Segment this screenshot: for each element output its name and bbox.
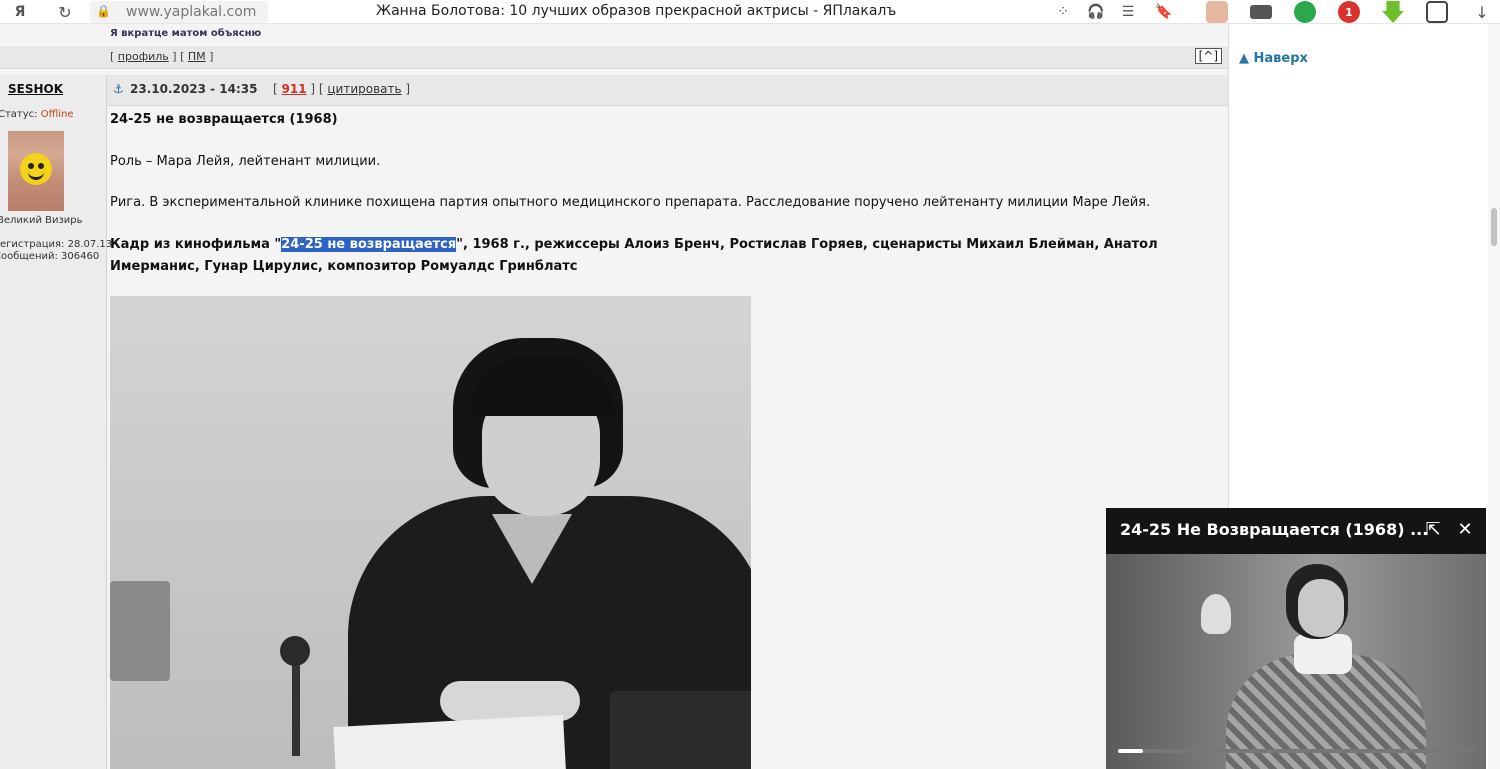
bracket: ] [	[306, 82, 328, 96]
page-scrollbar[interactable]	[1488, 24, 1500, 769]
downloader-extension-icon[interactable]	[1382, 1, 1404, 23]
user-status: Статус: Offline	[0, 109, 74, 120]
post-title: 24-25 не возвращается (1968)	[110, 112, 338, 127]
extension-ring-icon[interactable]	[1294, 1, 1316, 23]
anchor-icon[interactable]: ⚓	[113, 82, 124, 96]
scrollbar-thumb[interactable]	[1491, 208, 1497, 246]
microphone-stand	[292, 656, 300, 756]
avatar	[8, 131, 64, 211]
forum-content: Я вкратце матом объясню [ профиль ] [ ПМ…	[0, 24, 1228, 769]
tape-recorder	[110, 581, 170, 681]
post-caption-line1: Кадр из кинофильма "24-25 не возвращаетс…	[110, 237, 1158, 252]
profile-links: [ профиль ] [ ПМ ]	[110, 50, 213, 63]
post-caption-line2: Имерманис, Гунар Цирулис, композитор Ром…	[110, 259, 578, 274]
eye	[38, 163, 44, 169]
film-still-image	[110, 296, 751, 769]
caption-text: ", 1968 г., режиссеры Алоиз Бренч, Рости…	[456, 237, 1158, 252]
user-registration: Регистрация: 28.07.13	[0, 239, 113, 250]
lamp	[1201, 594, 1231, 634]
post-links: [ 911 ] [ цитировать ]	[273, 82, 410, 96]
post-plot: Рига. В экспериментальной клинике похище…	[110, 195, 1151, 210]
woman-face	[1298, 579, 1344, 637]
smiley-mask	[20, 153, 52, 185]
extension-avatar-icon[interactable]	[1206, 1, 1228, 23]
post-number-link[interactable]: 911	[282, 82, 307, 96]
scroll-top-button[interactable]: [^]	[1194, 48, 1222, 64]
collar	[492, 514, 572, 584]
user-message-count: Сообщений: 306460	[0, 251, 100, 262]
apps-grid-icon[interactable]: ⁘	[1053, 2, 1073, 22]
yandex-home-icon[interactable]: Я	[10, 2, 30, 22]
lock-icon: 🔒	[96, 4, 111, 18]
status-label: Статус:	[0, 109, 41, 120]
reload-icon[interactable]: ↻	[55, 2, 75, 22]
expand-icon[interactable]: ⇱	[1422, 518, 1444, 540]
typewriter	[610, 691, 751, 769]
video-title: 24-25 Не Возвращается (1968) ...	[1120, 520, 1429, 539]
user-rank: Великий Визирь	[0, 215, 83, 226]
close-icon[interactable]: ✕	[1454, 518, 1476, 540]
page-title: Жанна Болотова: 10 лучших образов прекра…	[376, 3, 897, 19]
pm-link[interactable]: ПМ	[188, 50, 206, 63]
video-popup-player[interactable]: 24-25 Не Возвращается (1968) ... ⇱ ✕	[1106, 508, 1486, 769]
selected-text: 24-25 не возвращается	[281, 237, 457, 252]
username-link[interactable]: SESHOK	[8, 82, 63, 96]
profile-link[interactable]: профиль	[118, 50, 169, 63]
browser-toolbar: Я ↻ 🔒 www.yaplakal.com Жанна Болотова: 1…	[0, 0, 1500, 24]
adblock-icon[interactable]: 1	[1338, 1, 1360, 23]
download-icon[interactable]: ↓	[1472, 2, 1492, 22]
back-to-top-link[interactable]: ▲ Наверх	[1239, 51, 1308, 66]
quote-link[interactable]: цитировать	[327, 82, 401, 96]
bracket: ] [	[168, 50, 188, 63]
post-header: ⚓ 23.10.2023 - 14:35 [ 911 ] [ цитироват…	[107, 75, 1228, 106]
eye	[28, 163, 34, 169]
post-date: 23.10.2023 - 14:35	[130, 82, 258, 96]
post-role: Роль – Мара Лейя, лейтенант милиции.	[110, 154, 381, 169]
status-value: Offline	[40, 109, 74, 120]
bracket: [	[273, 82, 282, 96]
bookmark-icon[interactable]: 🔖	[1154, 2, 1174, 22]
address-bar[interactable]: 🔒 www.yaplakal.com	[90, 1, 268, 23]
previous-post-footer: [ профиль ] [ ПМ ] [^]	[0, 45, 1228, 69]
headphones-icon[interactable]: 🎧	[1086, 2, 1106, 22]
microphone	[280, 636, 310, 666]
woman-collar	[1294, 634, 1352, 674]
previous-post-signature: Я вкратце матом объясню	[110, 28, 262, 39]
address-url: www.yaplakal.com	[126, 4, 257, 20]
user-info-column: SESHOK Статус: Offline Великий Визирь Ре…	[0, 75, 112, 769]
bracket: ]	[205, 50, 214, 63]
video-progress-bar[interactable]	[1118, 749, 1474, 753]
extension-card-icon[interactable]	[1250, 5, 1272, 19]
bracket: [	[110, 50, 118, 63]
extension-puzzle-icon[interactable]	[1426, 1, 1448, 23]
video-frame[interactable]	[1106, 554, 1486, 769]
video-progress-fill	[1118, 749, 1143, 753]
caption-text: Кадр из кинофильма "	[110, 237, 282, 252]
bracket: ]	[401, 82, 411, 96]
reader-mode-icon[interactable]: ☰	[1118, 2, 1138, 22]
mouth	[28, 172, 44, 180]
